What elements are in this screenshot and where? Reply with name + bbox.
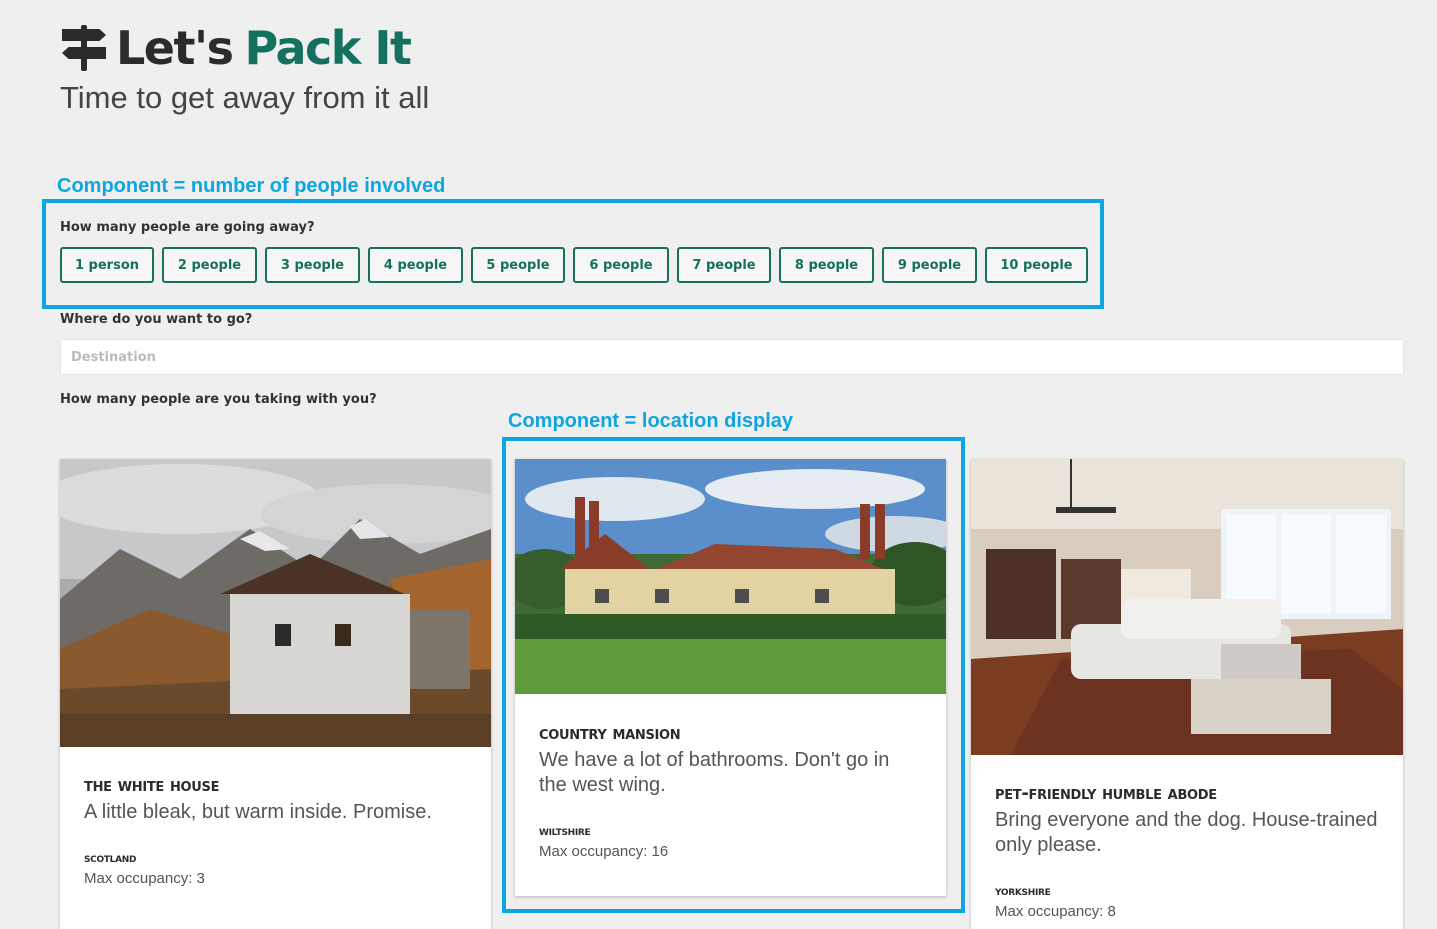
location-description: Bring everyone and the dog. House-traine…	[995, 809, 1378, 856]
people-option-2[interactable]: 2 people	[162, 247, 257, 283]
location-card-country-mansion[interactable]: Country Mansion We have a lot of bathroo…	[515, 459, 946, 896]
people-option-8[interactable]: 8 people	[779, 247, 874, 283]
logo-text: Let's Pack It	[116, 21, 412, 75]
people-option-9[interactable]: 9 people	[882, 247, 977, 283]
location-photo-mansion	[515, 459, 946, 694]
tagline: Time to get away from it all	[60, 80, 430, 115]
people-option-10[interactable]: 10 people	[985, 247, 1088, 283]
people-option-4[interactable]: 4 people	[368, 247, 463, 283]
location-card-body: Pet-friendly humble abode Bring everyone…	[995, 783, 1379, 920]
location-title: Pet-friendly humble abode	[995, 783, 1217, 804]
people-option-3[interactable]: 3 people	[265, 247, 360, 283]
location-region: Wiltshire	[539, 824, 591, 839]
location-photo-living-room	[971, 459, 1403, 755]
logo-word-1: Let's	[116, 21, 234, 75]
location-card-humble-abode[interactable]: Pet-friendly humble abode Bring everyone…	[971, 459, 1403, 929]
location-title: The White House	[84, 775, 220, 796]
location-description: We have a lot of bathrooms. Don't go in …	[539, 749, 890, 796]
annotation-people-label: Component = number of people involved	[57, 175, 446, 197]
taking-question-label: How many people are you taking with you?	[60, 392, 377, 407]
signpost-icon	[60, 23, 108, 73]
people-question-label: How many people are going away?	[60, 220, 315, 235]
location-occupancy: Max occupancy: 16	[539, 843, 669, 860]
location-card-white-house[interactable]: The White House A little bleak, but warm…	[60, 459, 491, 929]
location-region: Scotland	[84, 851, 137, 866]
logo-word-2: Pack It	[244, 21, 412, 75]
location-title: Country Mansion	[539, 723, 681, 744]
location-description: A little bleak, but warm inside. Promise…	[84, 801, 432, 823]
logo: Let's Pack It	[60, 21, 412, 75]
people-option-1[interactable]: 1 person	[60, 247, 154, 283]
location-card-body: The White House A little bleak, but warm…	[84, 775, 467, 887]
annotation-location-label: Component = location display	[508, 410, 794, 432]
location-region: Yorkshire	[995, 884, 1051, 899]
people-option-5[interactable]: 5 people	[471, 247, 565, 283]
destination-input[interactable]	[60, 339, 1404, 375]
location-occupancy: Max occupancy: 8	[995, 903, 1116, 920]
people-option-7[interactable]: 7 people	[677, 247, 771, 283]
location-card-body: Country Mansion We have a lot of bathroo…	[539, 723, 922, 860]
location-photo-mountain-house	[60, 459, 491, 747]
people-option-6[interactable]: 6 people	[573, 247, 669, 283]
people-options: 1 person 2 people 3 people 4 people 5 pe…	[60, 247, 1096, 283]
location-occupancy: Max occupancy: 3	[84, 870, 205, 887]
destination-question-label: Where do you want to go?	[60, 312, 253, 327]
